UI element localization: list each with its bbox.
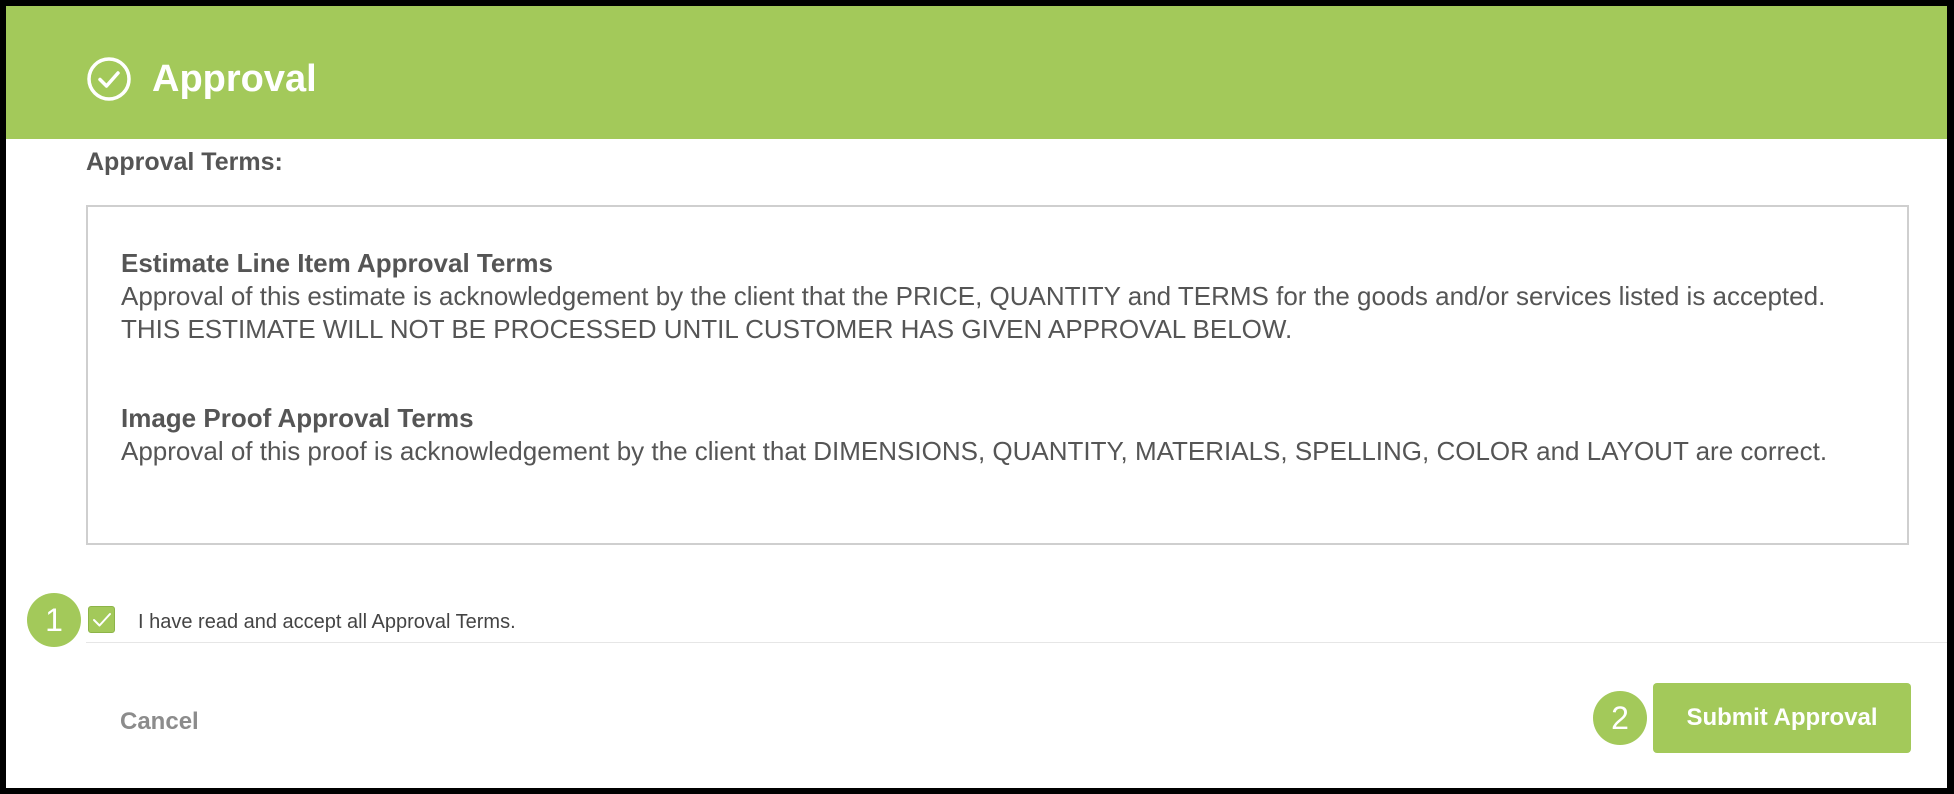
footer-divider (86, 642, 1947, 643)
submit-approval-button[interactable]: Submit Approval (1653, 683, 1911, 753)
accept-terms-checkbox[interactable] (88, 606, 115, 633)
proof-terms-body: Approval of this proof is acknowledgemen… (121, 436, 1828, 466)
step-1-badge: 1 (27, 593, 81, 647)
step-2-badge: 2 (1593, 691, 1647, 745)
dialog-header: Approval (6, 6, 1947, 139)
estimate-terms-section: Estimate Line Item Approval Terms Approv… (121, 247, 1841, 346)
estimate-terms-title: Estimate Line Item Approval Terms (121, 248, 554, 278)
estimate-terms-body: Approval of this estimate is acknowledge… (121, 281, 1826, 344)
proof-terms-title: Image Proof Approval Terms (121, 403, 474, 433)
cancel-button[interactable]: Cancel (120, 708, 199, 736)
checkmark-icon (93, 613, 111, 627)
proof-terms-section: Image Proof Approval Terms Approval of t… (121, 402, 1841, 468)
approval-terms-heading: Approval Terms: (86, 148, 283, 176)
approval-terms-box: Estimate Line Item Approval Terms Approv… (86, 205, 1909, 545)
accept-terms-label[interactable]: I have read and accept all Approval Term… (138, 611, 516, 634)
dialog-title: Approval (152, 58, 317, 100)
check-circle-icon (87, 57, 131, 101)
approval-dialog: Approval Approval Terms: Estimate Line I… (6, 6, 1947, 788)
